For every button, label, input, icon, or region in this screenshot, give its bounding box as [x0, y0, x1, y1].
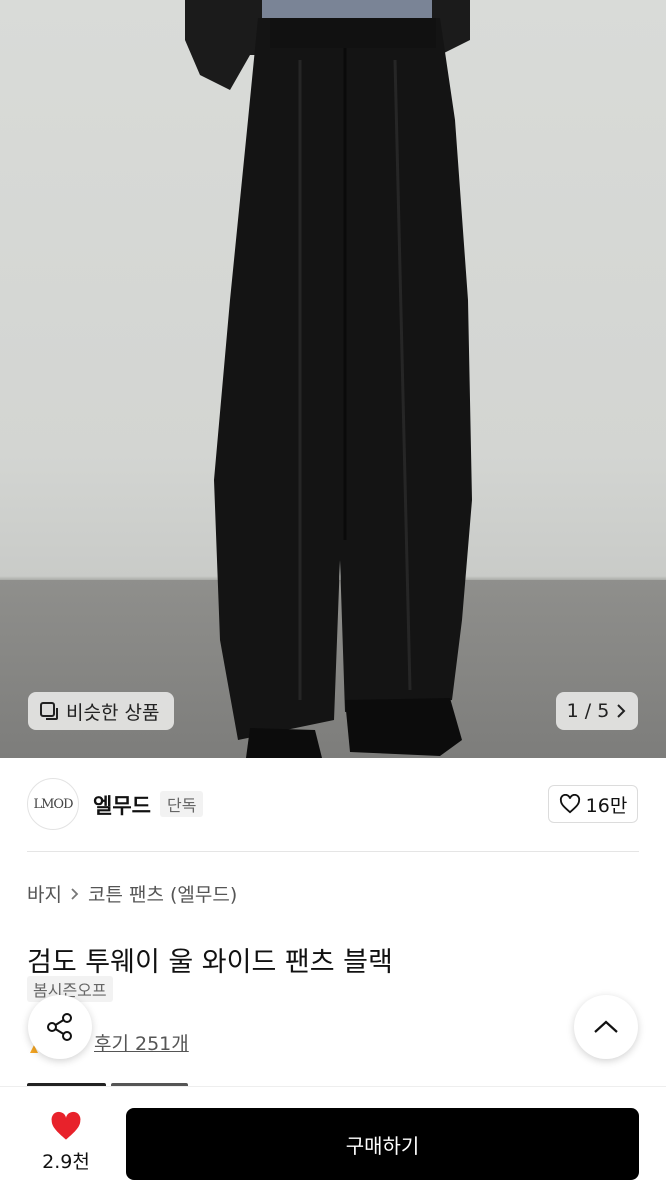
breadcrumb: 바지 코튼 팬츠 (엘무드)	[27, 880, 237, 907]
chevron-up-icon	[594, 1020, 618, 1033]
product-image[interactable]: 비슷한 상품 1 / 5	[0, 0, 666, 758]
product-title: 검도 투웨이 울 와이드 팬츠 블랙	[27, 947, 393, 979]
share-icon	[47, 1013, 72, 1041]
buy-button[interactable]: 구매하기	[126, 1108, 639, 1180]
bottom-bar: 2.9천 구매하기	[0, 1086, 666, 1201]
share-button[interactable]	[28, 995, 92, 1059]
counter-text: 1 / 5	[566, 700, 610, 722]
similar-label: 비슷한 상품	[66, 701, 160, 724]
brand-like-button[interactable]: 16만	[548, 785, 638, 823]
exclusive-badge: 단독	[160, 791, 204, 817]
similar-icon	[40, 702, 58, 720]
brand-like-count: 16만	[585, 794, 628, 817]
divider	[27, 851, 639, 852]
similar-products-button[interactable]: 비슷한 상품	[28, 692, 174, 730]
heart-outline-icon	[559, 794, 580, 814]
breadcrumb-category[interactable]: 바지	[27, 880, 62, 907]
heart-filled-icon	[51, 1111, 81, 1140]
product-like-count: 2.9천	[42, 1151, 90, 1173]
chevron-right-icon	[71, 887, 79, 900]
brand-row: LMOD 엘무드 단독 16만	[0, 776, 666, 832]
pants-illustration	[185, 0, 472, 758]
product-like-button[interactable]: 2.9천	[30, 1111, 102, 1174]
breadcrumb-subcategory[interactable]: 코튼 팬츠 (엘무드)	[88, 880, 237, 907]
reviews-link[interactable]: 후기 251개	[94, 1029, 189, 1056]
brand-name[interactable]: 엘무드	[93, 790, 151, 820]
brand-logo-text: LMOD	[33, 796, 73, 812]
image-counter[interactable]: 1 / 5	[556, 692, 638, 730]
brand-logo[interactable]: LMOD	[27, 778, 79, 830]
chevron-right-icon	[617, 704, 626, 718]
scroll-top-button[interactable]	[574, 995, 638, 1059]
